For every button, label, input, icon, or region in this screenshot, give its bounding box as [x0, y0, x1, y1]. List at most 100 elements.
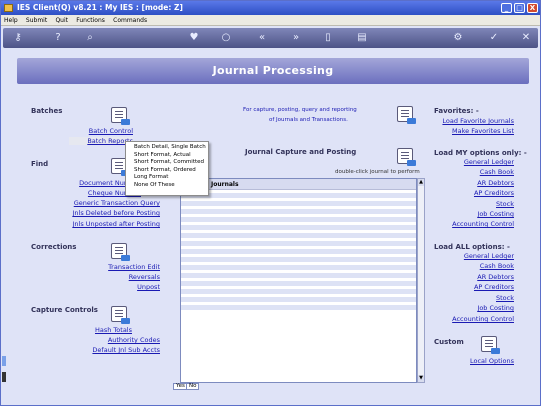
menu-help[interactable]: Help: [1, 15, 21, 26]
heart-icon[interactable]: ♥: [187, 31, 201, 45]
help-icon[interactable]: ?: [51, 31, 65, 45]
search-icon[interactable]: ⌕: [83, 31, 97, 45]
all-stock-link[interactable]: Stock: [429, 294, 514, 302]
menu-item-none[interactable]: None Of These: [126, 182, 208, 190]
list-item[interactable]: [181, 254, 416, 262]
scroll-up-icon[interactable]: ▲: [418, 179, 424, 186]
custom-icon[interactable]: [481, 336, 500, 354]
copy-icon[interactable]: ▯: [321, 31, 335, 45]
scroll-down-icon[interactable]: ▼: [418, 375, 424, 382]
hash-totals-link[interactable]: Hash Totals: [49, 326, 132, 334]
menu-item-short-actual[interactable]: Short Format, Actual: [126, 152, 208, 160]
my-ar-debtors-link[interactable]: AR Debtors: [429, 179, 514, 187]
journals-list[interactable]: Journals: [180, 178, 417, 383]
list-item[interactable]: [181, 230, 416, 238]
side-tab-icon[interactable]: [2, 356, 6, 366]
list-item[interactable]: [181, 246, 416, 254]
journals-scrollbar[interactable]: ▲ ▼: [417, 178, 425, 383]
maximize-button[interactable]: □: [514, 3, 525, 13]
authority-codes-link[interactable]: Authority Codes: [49, 336, 160, 344]
batches-heading: Batches: [31, 107, 63, 115]
default-jnl-sub-accts-link[interactable]: Default Jnl Sub Accts: [29, 346, 160, 354]
menu-submit[interactable]: Submit: [23, 15, 50, 26]
gear-icon[interactable]: ⚙: [451, 31, 465, 45]
jnls-unposted-link[interactable]: Jnls Unposted after Posting: [29, 220, 161, 228]
favorites-heading: Favorites: -: [434, 107, 479, 115]
menu-functions[interactable]: Functions: [73, 15, 108, 26]
info-note-line2: of Journals and Transactions.: [269, 117, 348, 123]
list-item[interactable]: [181, 278, 416, 286]
batches-icon[interactable]: [111, 107, 130, 125]
document-icon[interactable]: ▤: [355, 31, 369, 45]
fastforward-icon[interactable]: »: [289, 31, 303, 45]
check-icon[interactable]: ✓: [487, 31, 501, 45]
menu-item-short-ordered[interactable]: Short Format, Ordered: [126, 167, 208, 175]
menu-commands[interactable]: Commands: [110, 15, 150, 26]
load-all-heading: Load ALL options: -: [434, 243, 510, 251]
list-item[interactable]: [181, 286, 416, 294]
reversals-link[interactable]: Reversals: [49, 273, 160, 281]
menu-bar: Help Submit Quit Functions Commands: [1, 15, 540, 26]
all-general-ledger-link[interactable]: General Ledger: [429, 252, 514, 260]
custom-heading: Custom: [434, 338, 464, 346]
corrections-heading: Corrections: [31, 243, 77, 251]
globe-icon[interactable]: ○: [219, 31, 233, 45]
list-item[interactable]: [181, 198, 416, 206]
window-title: IES Client(Q) v8.21 : My IES : [mode: Z]: [17, 3, 183, 12]
batch-reports-link[interactable]: Batch Reports: [69, 137, 133, 145]
all-accounting-control-link[interactable]: Accounting Control: [429, 315, 514, 323]
load-favorite-journals-link[interactable]: Load Favorite Journals: [429, 117, 514, 125]
all-ap-creditors-link[interactable]: AP Creditors: [429, 283, 514, 291]
double-click-hint: double-click journal to perform: [335, 169, 420, 175]
menu-item-batch-detail[interactable]: Batch Detail, Single Batch: [126, 144, 208, 152]
list-item[interactable]: [181, 190, 416, 198]
left-edge-strip: [1, 356, 7, 396]
generic-transaction-query-link[interactable]: Generic Transaction Query: [29, 199, 160, 207]
info-note-line1: For capture, posting, query and reportin…: [243, 107, 357, 113]
app-window: IES Client(Q) v8.21 : My IES : [mode: Z]…: [0, 0, 541, 406]
close-icon[interactable]: ✕: [519, 31, 533, 45]
close-button[interactable]: X: [527, 3, 538, 13]
toolbar: ⚷ ? ⌕ ♥ ○ « » ▯ ▤ ⚙ ✓ ✕: [3, 28, 538, 48]
my-cash-book-link[interactable]: Cash Book: [429, 168, 514, 176]
no-button[interactable]: No: [186, 383, 200, 390]
corrections-icon[interactable]: [111, 243, 130, 261]
batch-control-link[interactable]: Batch Control: [69, 127, 133, 135]
rewind-icon[interactable]: «: [255, 31, 269, 45]
my-job-costing-link[interactable]: Job Costing: [429, 210, 514, 218]
list-item[interactable]: [181, 270, 416, 278]
batch-reports-context-menu: Batch Detail, Single Batch Short Format,…: [125, 141, 209, 196]
find-heading: Find: [31, 160, 49, 168]
my-stock-link[interactable]: Stock: [429, 200, 514, 208]
local-options-link[interactable]: Local Options: [429, 357, 514, 365]
list-item[interactable]: [181, 238, 416, 246]
transaction-edit-link[interactable]: Transaction Edit: [49, 263, 160, 271]
key-icon[interactable]: ⚷: [11, 31, 25, 45]
my-ap-creditors-link[interactable]: AP Creditors: [429, 189, 514, 197]
my-general-ledger-link[interactable]: General Ledger: [429, 158, 514, 166]
list-item[interactable]: [181, 262, 416, 270]
app-icon: [4, 4, 13, 12]
my-accounting-control-link[interactable]: Accounting Control: [429, 220, 514, 228]
list-item[interactable]: [181, 302, 416, 310]
menu-item-long-format[interactable]: Long Format: [126, 174, 208, 182]
capture-controls-icon[interactable]: [111, 306, 130, 324]
info-icon: [397, 106, 416, 124]
list-item[interactable]: [181, 294, 416, 302]
list-item[interactable]: [181, 206, 416, 214]
menu-quit[interactable]: Quit: [52, 15, 71, 26]
minimize-button[interactable]: _: [501, 3, 512, 13]
jnls-deleted-link[interactable]: Jnls Deleted before Posting: [29, 209, 160, 217]
capture-icon[interactable]: [397, 148, 416, 166]
capture-controls-heading: Capture Controls: [31, 306, 98, 314]
all-ar-debtors-link[interactable]: AR Debtors: [429, 273, 514, 281]
journals-list-header: Journals: [181, 179, 416, 190]
list-item[interactable]: [181, 222, 416, 230]
unpost-link[interactable]: Unpost: [49, 283, 160, 291]
all-job-costing-link[interactable]: Job Costing: [429, 304, 514, 312]
menu-item-short-committed[interactable]: Short Format, Committed: [126, 159, 208, 167]
side-panel-icon[interactable]: [2, 372, 6, 382]
all-cash-book-link[interactable]: Cash Book: [429, 262, 514, 270]
list-item[interactable]: [181, 214, 416, 222]
make-favorites-list-link[interactable]: Make Favorites List: [429, 127, 514, 135]
